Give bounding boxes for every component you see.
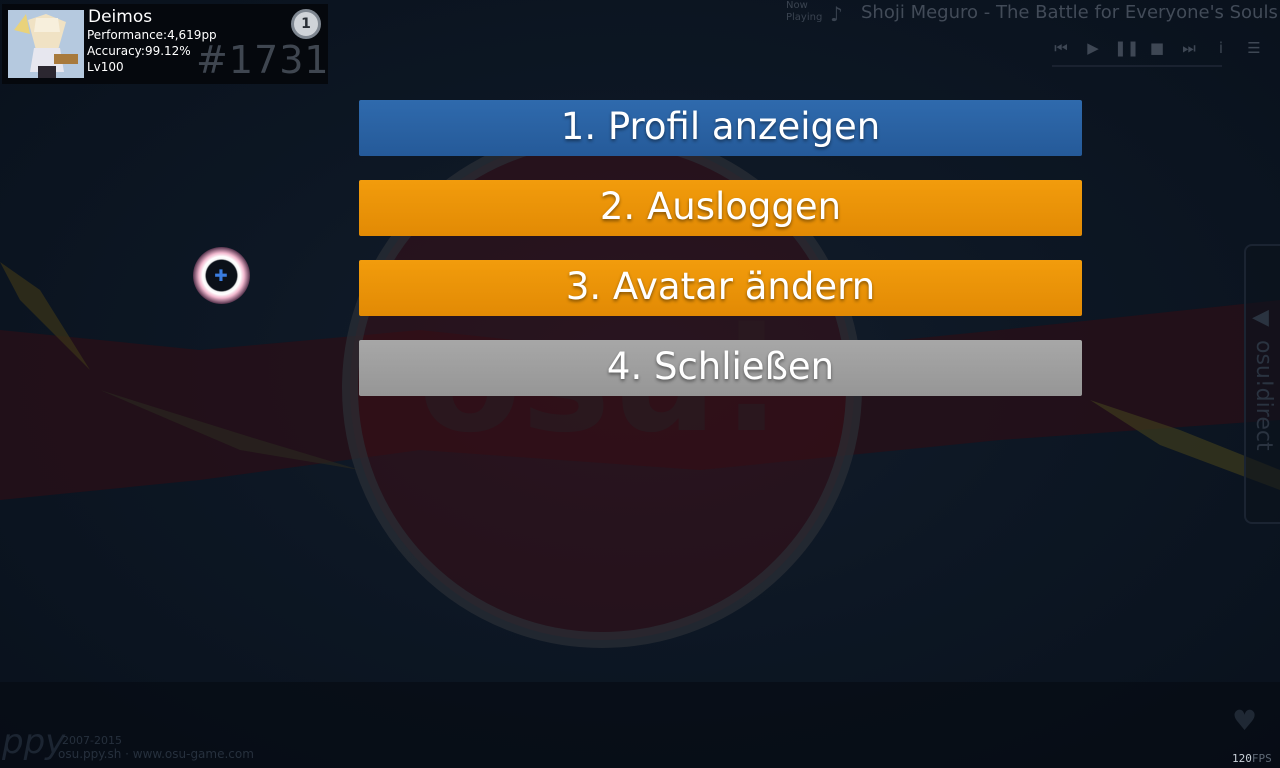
fps-value: 120: [1232, 752, 1252, 765]
close-button[interactable]: 4. Schließen: [359, 340, 1082, 396]
play-icon[interactable]: ▶: [1082, 36, 1104, 60]
previous-icon[interactable]: ⏮: [1050, 36, 1072, 60]
copyright-links: osu.ppy.sh · www.osu-game.com: [58, 747, 254, 761]
now-playing-title[interactable]: Shoji Meguro - The Battle for Everyone's…: [861, 2, 1278, 23]
pause-icon[interactable]: ❚❚: [1114, 36, 1139, 60]
username: Deimos: [88, 7, 153, 27]
copyright-years: 2007-2015: [62, 734, 122, 747]
osu-direct-label: osu!direct: [1251, 340, 1276, 451]
music-note-icon: ♪: [830, 2, 843, 26]
avatar-image: [8, 10, 84, 78]
heart-icon[interactable]: ♥: [1232, 704, 1257, 737]
ppy-logo: ppy: [2, 722, 66, 762]
now-playing-label: Now Playing: [786, 0, 823, 23]
mode-badge-icon: 1: [291, 9, 321, 39]
logout-button[interactable]: 2. Ausloggen: [359, 180, 1082, 236]
stop-icon[interactable]: ■: [1146, 36, 1168, 60]
accuracy-stat: Accuracy:99.12%: [87, 44, 191, 58]
info-icon[interactable]: i: [1210, 36, 1232, 60]
song-progress-bar[interactable]: [1052, 65, 1222, 67]
direct-arrow-icon: ◀: [1252, 305, 1269, 330]
rank: #1731: [196, 38, 330, 82]
next-icon[interactable]: ⏭: [1178, 36, 1200, 60]
view-profile-button[interactable]: 1. Profil anzeigen: [359, 100, 1082, 156]
change-avatar-button[interactable]: 3. Avatar ändern: [359, 260, 1082, 316]
level-stat: Lv100: [87, 60, 124, 74]
cursor-crosshair-icon: ✚: [214, 266, 228, 285]
menu-icon[interactable]: ☰: [1243, 36, 1265, 60]
user-panel[interactable]: Deimos Performance:4,619pp Accuracy:99.1…: [2, 4, 330, 84]
fps-counter: 120FPS: [1232, 752, 1272, 765]
fps-unit: FPS: [1251, 752, 1272, 765]
music-controls: ⏮ ▶ ❚❚ ■ ⏭ i ☰: [1050, 36, 1276, 60]
avatar[interactable]: [8, 10, 84, 78]
